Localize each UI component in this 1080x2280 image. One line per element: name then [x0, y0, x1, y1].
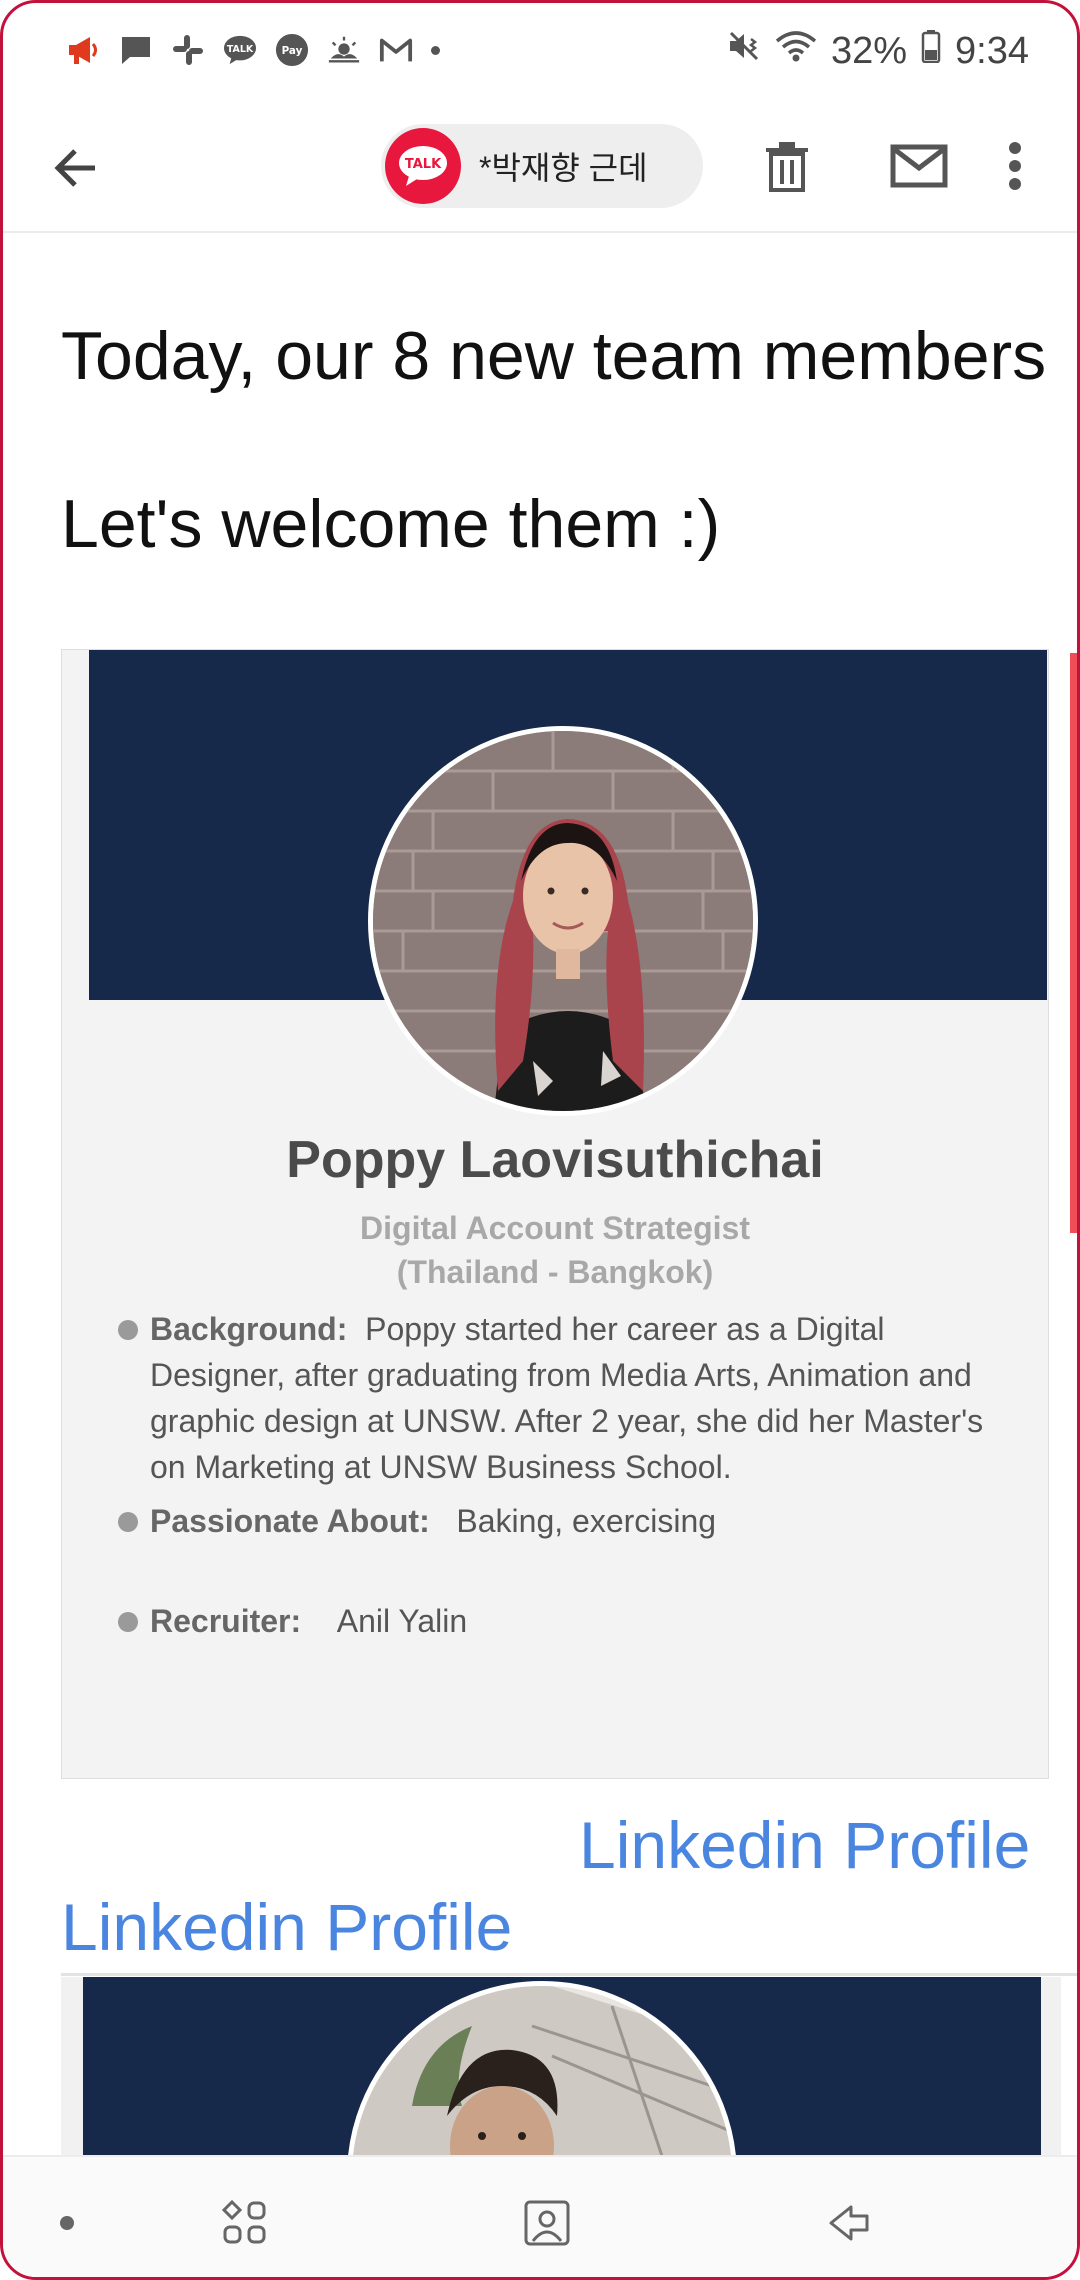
home-button[interactable] — [517, 2193, 577, 2253]
nav-dot-icon — [60, 2216, 74, 2230]
background-item: Background: Poppy started her career as … — [118, 1306, 998, 1490]
member-role: Digital Account Strategist (Thailand - B… — [62, 1206, 1048, 1294]
message-chip[interactable]: TALK *박재향 근데 — [381, 124, 703, 208]
next-card-edge — [1070, 653, 1077, 1233]
linkedin-link-right[interactable]: Linkedin Profile — [579, 1807, 1030, 1883]
next-member-card — [61, 1977, 1061, 2155]
member-card: Poppy Laovisuthichai Digital Account Str… — [61, 649, 1049, 1779]
home-person-icon — [524, 2200, 570, 2246]
recruiter-text: Anil Yalin — [336, 1603, 468, 1639]
more-notifications-dot — [431, 45, 440, 55]
recruiter-label: Recruiter: — [150, 1603, 302, 1639]
battery-percent: 32% — [830, 29, 908, 72]
email-headline: Today, our 8 new team members — [61, 318, 1047, 394]
message-icon — [119, 33, 153, 67]
recent-apps-button[interactable] — [215, 2193, 275, 2253]
linkedin-link-left[interactable]: Linkedin Profile — [61, 1889, 512, 1965]
mute-vibrate-icon — [727, 29, 761, 73]
back-button[interactable] — [47, 138, 107, 198]
notification-icons: TALK Pay — [67, 33, 440, 67]
bullet-dot — [118, 1320, 138, 1340]
more-vert-icon — [1009, 142, 1021, 190]
member-title: Digital Account Strategist — [360, 1210, 750, 1246]
kakaopay-icon: Pay — [275, 33, 309, 67]
passion-text: Baking, exercising — [456, 1503, 717, 1539]
bullet-dot — [118, 1612, 138, 1632]
passion-item: Passionate About: Baking, exercising — [118, 1498, 998, 1544]
mail-icon — [890, 144, 948, 188]
svg-text:TALK: TALK — [227, 44, 254, 55]
phone-frame: TALK Pay 32% 9:34 TALK *박재향 근데 Today, ou… — [0, 0, 1080, 2280]
member-name: Poppy Laovisuthichai — [286, 1131, 824, 1189]
svg-text:TALK: TALK — [405, 157, 442, 172]
wifi-icon — [775, 29, 817, 73]
navigation-bar — [3, 2155, 1077, 2277]
svg-text:Pay: Pay — [282, 45, 303, 57]
back-nav-button[interactable] — [821, 2193, 881, 2253]
battery-icon — [921, 29, 941, 73]
slack-icon — [171, 33, 205, 67]
mark-unread-button[interactable] — [883, 134, 955, 198]
gmail-icon — [379, 33, 413, 67]
passion-label: Passionate About: — [150, 1503, 430, 1539]
delete-button[interactable] — [755, 134, 819, 198]
email-body: Today, our 8 new team members Let's welc… — [3, 235, 1077, 2155]
section-divider — [61, 1973, 1077, 1976]
nav-dot-button[interactable] — [37, 2193, 97, 2253]
back-arrow-icon — [54, 149, 95, 187]
more-options-button[interactable] — [993, 134, 1037, 198]
bullet-dot — [118, 1512, 138, 1532]
megaphone-icon — [67, 33, 101, 67]
member-photo — [368, 726, 758, 1116]
system-indicators: 32% 9:34 — [727, 29, 1029, 73]
background-label: Background: — [150, 1311, 348, 1347]
back-nav-icon — [829, 2205, 869, 2241]
recruiter-item: Recruiter: Anil Yalin — [118, 1598, 998, 1644]
trash-icon — [766, 142, 808, 192]
recent-apps-icon — [221, 2199, 266, 2244]
chip-label: *박재향 근데 — [479, 150, 648, 186]
kakaotalk-icon: TALK — [223, 33, 257, 67]
member-location: (Thailand - Bangkok) — [396, 1254, 714, 1290]
clock: 9:34 — [955, 29, 1029, 72]
kakaotalk-chip-icon: TALK — [385, 128, 461, 204]
status-bar: TALK Pay 32% 9:34 — [3, 3, 1077, 108]
email-welcome-line: Let's welcome them :) — [61, 486, 721, 562]
weather-icon — [327, 33, 361, 67]
email-toolbar: TALK *박재향 근데 — [3, 108, 1077, 233]
